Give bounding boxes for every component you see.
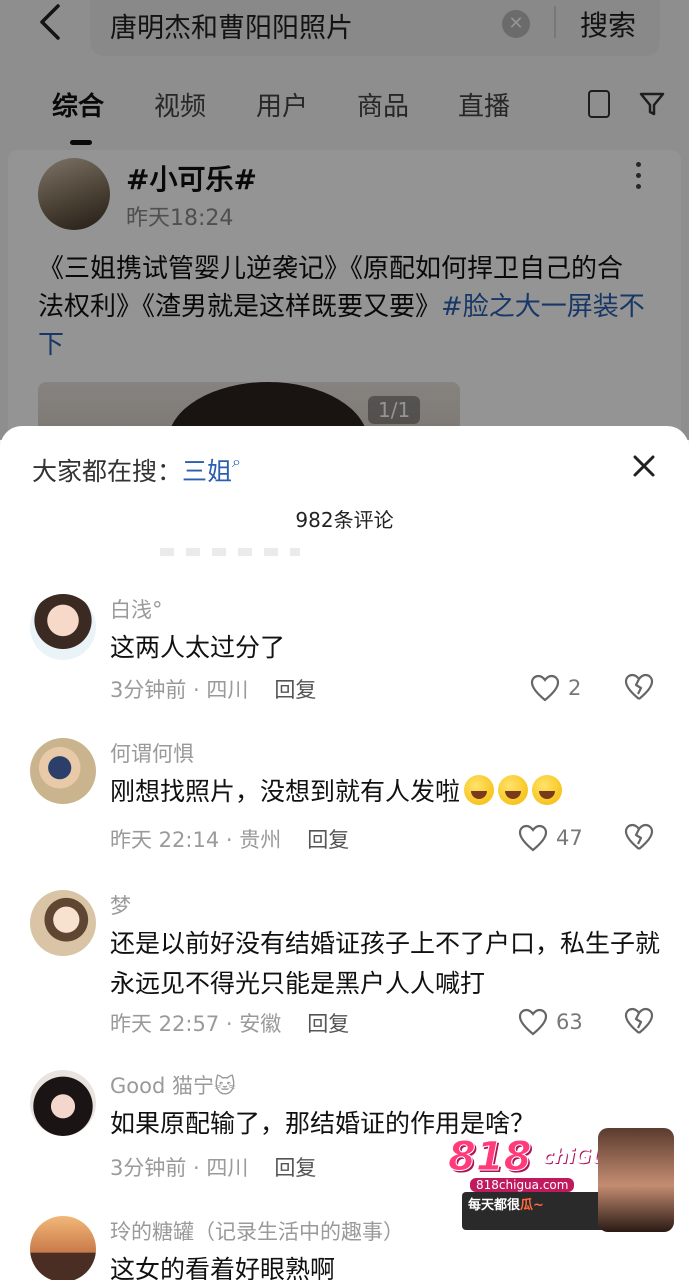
comment-text: 这两人太过分了 — [110, 633, 286, 662]
comment-meta: 昨天 22:57 · 安徽 回复 — [110, 1012, 350, 1036]
laughing-emoji-icon — [532, 775, 563, 805]
comment-text: 这女的看着好眼熟啊 — [110, 1255, 336, 1280]
commenter-avatar[interactable] — [30, 594, 96, 660]
comment-time: 昨天 22:14 — [110, 828, 220, 852]
close-icon[interactable] — [630, 452, 658, 480]
reply-button[interactable]: 回复 — [307, 828, 349, 852]
watermark-slogan-a: 每天都很 — [468, 1198, 521, 1213]
watermark-photo — [598, 1128, 674, 1232]
comment-location: 四川 — [206, 678, 249, 702]
broken-heart-icon[interactable] — [624, 822, 654, 852]
commenter-avatar[interactable] — [30, 890, 96, 956]
laughing-emoji-icon — [498, 775, 529, 805]
reply-button[interactable]: 回复 — [274, 678, 316, 702]
like-count: 47 — [556, 826, 583, 850]
broken-heart-icon[interactable] — [624, 1006, 654, 1036]
watermark-slogan: 每天都很瓜~ — [468, 1194, 544, 1213]
like-button[interactable]: 47 — [518, 822, 583, 854]
comment-text-body: 刚想找照片，没想到就有人发啦 — [110, 777, 461, 806]
commenter-name[interactable]: Good 猫宁🐱 — [110, 1070, 236, 1100]
reply-button[interactable]: 回复 — [307, 1012, 349, 1036]
comment-location: 贵州 — [239, 828, 282, 852]
search-small-icon: ⌕ — [232, 452, 241, 471]
trending-term-link[interactable]: 三姐 — [182, 457, 232, 486]
watermark-slogan-b: 瓜~ — [520, 1198, 544, 1213]
comment-location: 安徽 — [239, 1012, 282, 1036]
commenter-avatar[interactable] — [30, 1070, 96, 1136]
like-button[interactable]: 63 — [518, 1006, 583, 1038]
commenter-name[interactable]: 白浅° — [110, 594, 163, 624]
watermark-logo: 818 — [448, 1134, 532, 1181]
like-count: 2 — [568, 676, 582, 700]
commenter-name[interactable]: 何谓何惧 — [110, 738, 194, 768]
watermark-url: 818chigua.com — [470, 1178, 575, 1192]
commenter-avatar[interactable] — [30, 1216, 96, 1280]
broken-heart-icon[interactable] — [624, 672, 654, 702]
commenter-avatar[interactable] — [30, 738, 96, 804]
trending-label: 大家都在搜： — [32, 457, 183, 486]
comment-text: 还是以前好没有结婚证孩子上不了户口，私生子就永远见不得光只能是黑户人人喊打 — [110, 929, 661, 998]
trending-search: 大家都在搜：三姐⌕ — [32, 452, 241, 488]
watermark-banner: 每天都很瓜~ — [462, 1192, 612, 1230]
commenter-name[interactable]: 玲的糖罐（记录生活中的趣事） — [110, 1216, 404, 1246]
site-watermark: 818 chiGUA 818chigua.com 每天都很瓜~ — [448, 1126, 678, 1234]
heart-icon — [530, 674, 560, 702]
comment-meta: 昨天 22:14 · 贵州 回复 — [110, 828, 350, 852]
comment-time: 3分钟前 — [110, 1156, 187, 1180]
comment-time: 3分钟前 — [110, 678, 187, 702]
reply-button[interactable]: 回复 — [274, 1156, 316, 1180]
comment-meta: 3分钟前 · 四川 回复 — [110, 1156, 317, 1180]
comment-location: 四川 — [206, 1156, 249, 1180]
faded-text-line — [160, 548, 300, 556]
comment-count: 982条评论 — [295, 508, 394, 532]
like-count: 63 — [556, 1010, 583, 1034]
comment-time: 昨天 22:57 — [110, 1012, 220, 1036]
heart-icon — [518, 1008, 548, 1036]
like-button[interactable]: 2 — [530, 672, 581, 704]
comment-meta: 3分钟前 · 四川 回复 — [110, 678, 317, 702]
modal-overlay[interactable] — [0, 0, 689, 440]
comment-text: 刚想找照片，没想到就有人发啦 — [110, 772, 660, 812]
laughing-emoji-icon — [464, 775, 495, 805]
heart-icon — [518, 824, 548, 852]
commenter-name[interactable]: 梦 — [110, 890, 131, 920]
